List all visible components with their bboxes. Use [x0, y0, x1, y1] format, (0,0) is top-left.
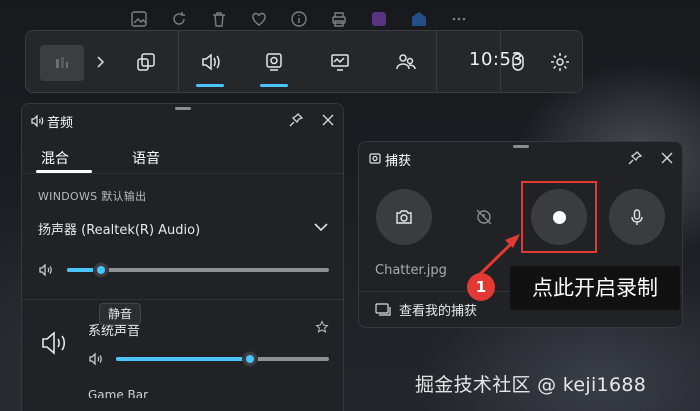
audio-widget: 音频 混合 语音 WINDOWS 默认输出 扬声器 (Realtek(R) Au…: [21, 103, 344, 411]
record-highlight-box: [521, 181, 597, 253]
section-divider: [22, 299, 343, 300]
home-thumbnail-icon: [56, 57, 68, 68]
annotation-callout: 点此开启录制: [510, 266, 680, 310]
drag-handle[interactable]: [512, 145, 529, 148]
last-capture-filename[interactable]: Chatter.jpg: [375, 263, 447, 278]
close-icon[interactable]: [659, 150, 675, 166]
annotation-badge: 1: [467, 273, 495, 301]
chevron-down-icon[interactable]: [313, 221, 329, 233]
audio-widget-header: 音频: [22, 104, 343, 138]
audio-widget-title: 音频: [47, 116, 74, 131]
toolbar-divider: [178, 31, 179, 93]
mic-button[interactable]: [609, 189, 665, 245]
watermark: 掘金技术社区 @ keji1688: [415, 374, 647, 396]
settings-icon: [551, 53, 569, 71]
image-edit-icon[interactable]: [130, 10, 148, 28]
info-icon[interactable]: [290, 10, 308, 28]
next-app-label: Game Bar: [88, 388, 149, 398]
audio-icon: [31, 114, 44, 128]
capture-icon: [266, 53, 282, 71]
game-bar-toolbar: 10:53: [25, 30, 583, 93]
capture-widget-title: 捕获: [385, 154, 412, 169]
refresh-icon[interactable]: [170, 10, 188, 28]
tab-voice[interactable]: 语音: [132, 148, 160, 168]
performance-widget-button[interactable]: [322, 45, 358, 79]
favorite-star-icon[interactable]: [315, 320, 329, 334]
audio-icon: [202, 53, 220, 71]
record-last-disabled-icon: [476, 209, 492, 225]
speaker-icon[interactable]: [88, 352, 104, 366]
background-app-strip: [130, 10, 468, 28]
tab-mix[interactable]: 混合: [41, 148, 69, 168]
mouse-settings-button[interactable]: [500, 45, 536, 79]
master-volume-slider[interactable]: [67, 262, 329, 278]
close-icon[interactable]: [320, 112, 336, 128]
see-my-captures-link[interactable]: 查看我的捕获: [399, 300, 477, 319]
gallery-icon: [375, 303, 391, 316]
heart-icon[interactable]: [250, 10, 268, 28]
settings-button[interactable]: [542, 45, 578, 79]
system-sounds-icon: [42, 331, 66, 355]
audio-widget-button[interactable]: [192, 45, 228, 87]
mouse-icon: [512, 53, 524, 71]
social-widget-button[interactable]: [388, 45, 424, 79]
screenshot-button[interactable]: [376, 189, 432, 245]
mute-tooltip: 静音: [99, 303, 141, 325]
app-blue-icon[interactable]: [410, 10, 428, 28]
game-bar-home-button[interactable]: [40, 45, 84, 81]
slider-fill: [116, 357, 251, 361]
tab-selected-indicator: [36, 170, 92, 173]
speaker-icon[interactable]: [38, 263, 54, 277]
widget-menu-button[interactable]: [128, 45, 164, 79]
pin-icon[interactable]: [627, 150, 643, 166]
performance-icon: [331, 54, 349, 71]
chevron-right-icon[interactable]: [92, 53, 108, 71]
capture-window-icon: [137, 53, 155, 71]
more-icon[interactable]: [450, 10, 468, 28]
print-icon[interactable]: [330, 10, 348, 28]
pin-icon[interactable]: [288, 112, 304, 128]
capture-widget-button[interactable]: [256, 45, 292, 87]
microphone-icon: [631, 209, 643, 225]
system-sounds-volume-slider[interactable]: [116, 351, 329, 367]
camera-icon: [396, 210, 412, 224]
capture-icon: [369, 153, 381, 164]
default-output-label: WINDOWS 默认输出: [38, 190, 147, 203]
trash-icon[interactable]: [210, 10, 228, 28]
slider-thumb[interactable]: [93, 262, 110, 278]
audio-tabs: 混合 语音: [22, 142, 343, 174]
slider-thumb[interactable]: [242, 351, 259, 367]
active-indicator: [196, 84, 224, 87]
active-indicator: [260, 84, 288, 87]
toolbar-divider: [436, 31, 437, 93]
app-purple-icon[interactable]: [370, 10, 388, 28]
record-last-button[interactable]: [456, 189, 512, 245]
output-device-select[interactable]: 扬声器 (Realtek(R) Audio): [38, 219, 200, 238]
social-icon: [396, 54, 416, 70]
